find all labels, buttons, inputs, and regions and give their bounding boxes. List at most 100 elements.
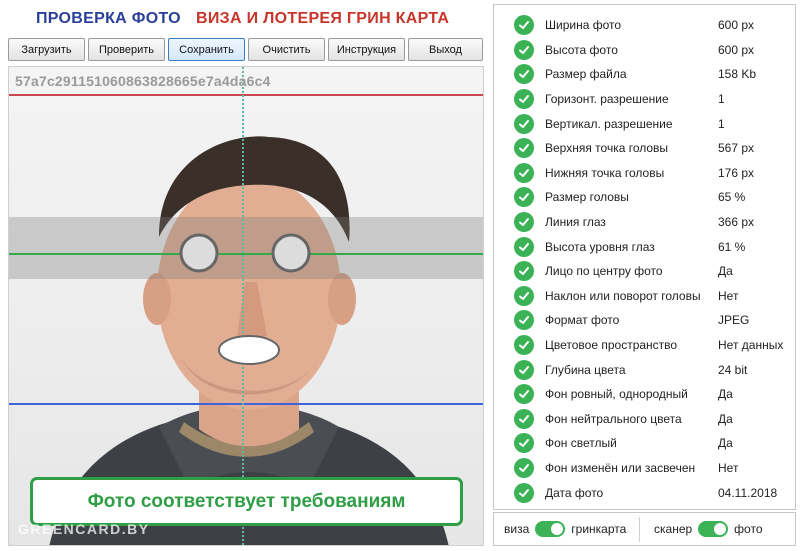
save-button[interactable]: Сохранить <box>168 38 245 61</box>
check-label: Формат фото <box>545 313 620 328</box>
checkmark-icon <box>514 384 534 405</box>
check-label: Размер головы <box>545 190 629 205</box>
check-value: 600 px <box>718 42 755 57</box>
check-row: Цветовое пространство Нет данных <box>494 333 795 358</box>
check-label: Высота уровня глаз <box>545 239 655 254</box>
toolbar: Загрузить Проверить Сохранить Очистить И… <box>8 38 486 62</box>
checkmark-icon <box>514 39 534 60</box>
check-value: 1 <box>718 92 725 107</box>
right-eye-marker <box>271 233 311 273</box>
checkmark-icon <box>514 89 534 110</box>
load-button[interactable]: Загрузить <box>8 38 85 61</box>
check-row: Ширина фото 600 px <box>494 13 795 38</box>
footer-divider <box>639 517 640 542</box>
check-value: 61 % <box>718 239 746 254</box>
checkmark-icon <box>514 15 534 36</box>
check-row: Фон светлый Да <box>494 431 795 456</box>
checkmark-icon <box>514 138 534 159</box>
checkmark-icon <box>514 482 534 503</box>
check-row: Высота фото 600 px <box>494 38 795 63</box>
title-visa-lottery: ВИЗА И ЛОТЕРЕЯ ГРИН КАРТА <box>196 10 450 27</box>
photo-hash: 57a7c291151060863828665e7a4da6c4 <box>15 73 271 89</box>
watermark: GREENCARD.BY <box>18 521 150 537</box>
check-row: Линия глаз 366 px <box>494 210 795 235</box>
footer-toggles: виза гринкарта сканер фото <box>493 512 796 546</box>
check-label: Линия глаз <box>545 215 606 230</box>
check-value: 176 px <box>718 165 755 180</box>
checkmark-icon <box>514 261 534 282</box>
checkmark-icon <box>514 187 534 208</box>
clear-button[interactable]: Очистить <box>248 38 325 61</box>
instruction-button[interactable]: Инструкция <box>328 38 405 61</box>
check-value: JPEG <box>718 313 750 328</box>
checkmark-icon <box>514 64 534 85</box>
check-row: Глубина цвета 24 bit <box>494 357 795 382</box>
visa-greencard-switch[interactable] <box>535 521 566 537</box>
check-value: Да <box>718 264 733 279</box>
check-value: 600 px <box>718 18 755 33</box>
mouth-marker <box>218 335 280 365</box>
check-label: Глубина цвета <box>545 362 626 377</box>
toggle-visa-greencard: виза гринкарта <box>504 513 626 545</box>
face-markers <box>179 233 311 365</box>
check-row: Горизонт. разрешение 1 <box>494 87 795 112</box>
checkmark-icon <box>514 285 534 306</box>
check-row: Формат фото JPEG <box>494 308 795 333</box>
check-value: 366 px <box>718 215 755 230</box>
photo-preview: 57a7c291151060863828665e7a4da6c4 <box>8 66 484 546</box>
check-row: Лицо по центру фото Да <box>494 259 795 284</box>
check-value: 158 Kb <box>718 67 757 82</box>
exit-button[interactable]: Выход <box>408 38 483 61</box>
checkmark-icon <box>514 408 534 429</box>
check-label: Лицо по центру фото <box>545 264 663 279</box>
check-value: Нет <box>718 461 739 476</box>
check-label: Цветовое пространство <box>545 338 678 353</box>
check-label: Фон ровный, однородный <box>545 387 688 402</box>
check-value: 1 <box>718 116 725 131</box>
checkmark-icon <box>514 162 534 183</box>
check-value: 567 px <box>718 141 755 156</box>
check-value: Да <box>718 387 733 402</box>
toggle1-right-label: гринкарта <box>571 522 627 536</box>
check-value: Да <box>718 436 733 451</box>
check-value: Нет данных <box>718 338 784 353</box>
checkmark-icon <box>514 236 534 257</box>
check-label: Верхняя точка головы <box>545 141 669 156</box>
check-row: Высота уровня глаз 61 % <box>494 234 795 259</box>
title-photo-check: ПРОВЕРКА ФОТО <box>36 10 181 27</box>
toggle2-right-label: фото <box>734 522 763 536</box>
checkmark-icon <box>514 335 534 356</box>
checkmark-icon <box>514 212 534 233</box>
check-label: Наклон или поворот головы <box>545 288 701 303</box>
check-value: 04.11.2018 <box>718 485 778 500</box>
check-label: Вертикал. разрешение <box>545 116 673 131</box>
check-row: Верхняя точка головы 567 px <box>494 136 795 161</box>
check-value: 24 bit <box>718 362 748 377</box>
check-label: Размер файла <box>545 67 627 82</box>
left-eye-marker <box>179 233 219 273</box>
check-row: Фон изменён или засвечен Нет <box>494 456 795 481</box>
checkmark-icon <box>514 310 534 331</box>
check-row: Фон ровный, однородный Да <box>494 382 795 407</box>
scanner-photo-switch[interactable] <box>698 521 729 537</box>
check-row: Размер файла 158 Kb <box>494 62 795 87</box>
check-label: Нижняя точка головы <box>545 165 665 180</box>
check-value: Нет <box>718 288 739 303</box>
check-row: Фон нейтрального цвета Да <box>494 407 795 432</box>
check-label: Фон светлый <box>545 436 617 451</box>
check-results-panel: Ширина фото 600 px Высота фото 600 px Размер… <box>493 4 796 510</box>
app-header: ПРОВЕРКА ФОТО ВИЗА И ЛОТЕРЕЯ ГРИН КАРТА <box>0 0 488 38</box>
check-row: Дата фото 04.11.2018 <box>494 480 795 505</box>
status-message: Фото соответствует требованиям <box>30 477 463 526</box>
checkmark-icon <box>514 433 534 454</box>
check-button[interactable]: Проверить <box>88 38 165 61</box>
check-row: Наклон или поворот головы Нет <box>494 284 795 309</box>
check-row: Вертикал. разрешение 1 <box>494 111 795 136</box>
check-label: Высота фото <box>545 42 618 57</box>
check-value: 65 % <box>718 190 746 205</box>
checkmark-icon <box>514 359 534 380</box>
checkmark-icon <box>514 113 534 134</box>
check-label: Ширина фото <box>545 18 622 33</box>
toggle1-left-label: виза <box>504 522 530 536</box>
check-label: Дата фото <box>545 485 604 500</box>
